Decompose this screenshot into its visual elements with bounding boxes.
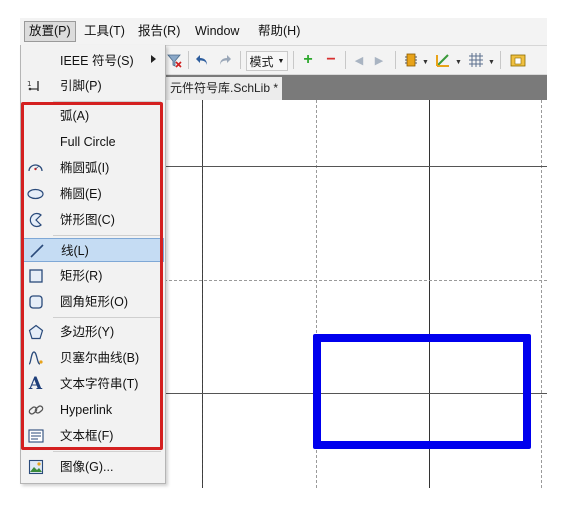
schematic-canvas[interactable] xyxy=(164,100,547,488)
menu-separator xyxy=(53,451,161,452)
arrow-left-icon[interactable]: ◀ xyxy=(352,51,366,69)
document-tab-title: 元件符号库.SchLib * xyxy=(170,81,279,95)
chevron-down-icon[interactable]: ▼ xyxy=(422,59,429,66)
arrow-right-icon[interactable]: ▶ xyxy=(372,51,386,69)
pin-icon: 1 xyxy=(27,78,44,94)
submenu-arrow-icon xyxy=(151,55,156,63)
mode-dropdown[interactable]: 模式 ▼ xyxy=(246,51,288,71)
toolbar: 模式 ▼ + − ◀ ▶ ▼ ▼ ▼ xyxy=(164,46,547,75)
document-tab[interactable]: 元件符号库.SchLib * xyxy=(164,77,282,100)
component-icon[interactable] xyxy=(402,51,420,69)
menu-item-ieee-symbols[interactable]: IEEE 符号(S) xyxy=(22,49,164,73)
document-tab-bar: 元件符号库.SchLib * xyxy=(164,75,547,100)
redo-icon[interactable] xyxy=(216,51,234,69)
grid-line xyxy=(164,280,547,281)
chevron-down-icon: ▼ xyxy=(277,57,285,65)
menu-item-label: IEEE 符号(S) xyxy=(60,54,134,68)
chevron-down-icon[interactable]: ▼ xyxy=(488,59,495,66)
menu-help[interactable]: 帮助(H) xyxy=(254,22,304,41)
svg-text:1: 1 xyxy=(27,80,31,88)
folder-icon[interactable] xyxy=(509,51,527,69)
draw-tools-icon[interactable] xyxy=(434,51,452,69)
mode-label: 模式 xyxy=(249,54,274,69)
grid-icon[interactable] xyxy=(467,51,485,69)
grid-line xyxy=(541,100,542,488)
grid-line xyxy=(164,166,547,167)
menu-item-image[interactable]: 图像(G)... xyxy=(22,455,164,479)
menu-bar: 放置(P) 工具(T) 报告(R) Window 帮助(H) xyxy=(20,18,547,46)
menu-item-pin[interactable]: 1 引脚(P) xyxy=(22,74,164,98)
grid-line xyxy=(202,100,203,488)
chevron-down-icon[interactable]: ▼ xyxy=(455,59,462,66)
remove-icon[interactable]: − xyxy=(324,51,338,69)
canvas-rectangle-shape[interactable] xyxy=(313,334,531,449)
menu-window[interactable]: Window xyxy=(191,22,243,41)
menu-item-label: 图像(G)... xyxy=(60,460,114,474)
menu-item-label: 引脚(P) xyxy=(60,79,102,93)
add-icon[interactable]: + xyxy=(301,51,315,69)
undo-icon[interactable] xyxy=(193,51,211,69)
menu-reports[interactable]: 报告(R) xyxy=(134,22,184,41)
highlight-annotation-box xyxy=(21,102,163,450)
menu-place[interactable]: 放置(P) xyxy=(24,21,76,42)
menu-tools[interactable]: 工具(T) xyxy=(80,22,129,41)
image-icon xyxy=(27,459,44,475)
clear-filter-icon[interactable] xyxy=(164,51,184,69)
